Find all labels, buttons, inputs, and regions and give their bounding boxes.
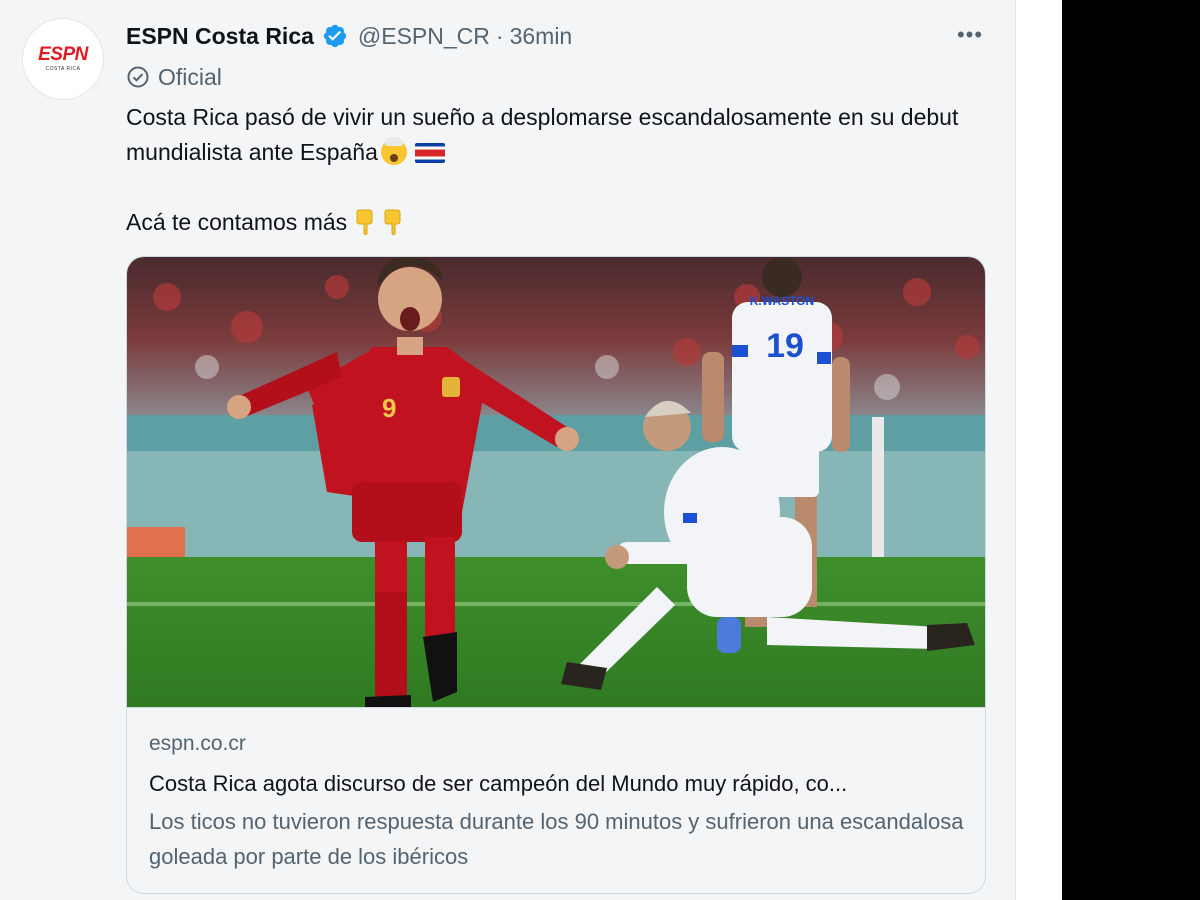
tweet-text-line-1: Costa Rica pasó de vivir un sueño a desp… (126, 104, 959, 165)
jersey-name: K.WASTON (750, 294, 814, 308)
tweet-text: Costa Rica pasó de vivir un sueño a desp… (126, 100, 996, 240)
more-options-button[interactable]: ••• (952, 20, 988, 50)
tweet-text-paragraph-2: Acá te contamos más (126, 205, 996, 240)
costa-rica-flag-icon (414, 143, 445, 163)
tweet-header: ESPN Costa Rica @ESPN_CR · 36min (126, 18, 572, 54)
column-divider (1015, 0, 1016, 900)
pointing-down-icon (356, 209, 373, 235)
avatar[interactable]: ESPN COSTA RICA (22, 18, 104, 100)
espn-logo-subtitle: COSTA RICA (45, 66, 81, 72)
card-description: Los ticos no tuvieron respuesta durante … (149, 809, 964, 869)
soccer-celebration-photo: K.WASTON 19 9 (127, 257, 985, 707)
card-image[interactable]: K.WASTON 19 9 (127, 257, 985, 707)
espn-logo: ESPN (38, 44, 88, 65)
official-label: Oficial (126, 60, 222, 94)
link-preview-card[interactable]: K.WASTON 19 9 espn.co.cr Costa Rica agot… (126, 256, 986, 894)
tweet-text-paragraph-1: Costa Rica pasó de vivir un sueño a desp… (126, 100, 996, 170)
tweet[interactable]: ESPN COSTA RICA ESPN Costa Rica @ESPN_CR… (0, 0, 1015, 900)
author-handle[interactable]: @ESPN_CR (358, 23, 490, 50)
more-icon: ••• (956, 22, 984, 47)
verified-badge-icon (322, 23, 348, 49)
official-badge-icon (127, 66, 149, 88)
right-black-margin (1062, 0, 1200, 900)
card-title[interactable]: Costa Rica agota discurso de ser campeón… (149, 768, 969, 800)
official-text: Oficial (158, 63, 222, 90)
pointing-down-icon (384, 209, 401, 235)
author-name[interactable]: ESPN Costa Rica (126, 23, 314, 50)
tweet-text-line-2: Acá te contamos más (126, 209, 348, 235)
tweet-timestamp[interactable]: 36min (510, 23, 573, 50)
card-meta[interactable]: espn.co.cr Costa Rica agota discurso de … (127, 707, 985, 893)
separator-dot: · (495, 22, 504, 49)
card-domain[interactable]: espn.co.cr (149, 732, 246, 756)
jersey-number-white: 19 (766, 327, 804, 365)
jersey-number-red: 9 (382, 393, 396, 423)
exploding-head-emoji-icon (380, 137, 407, 165)
